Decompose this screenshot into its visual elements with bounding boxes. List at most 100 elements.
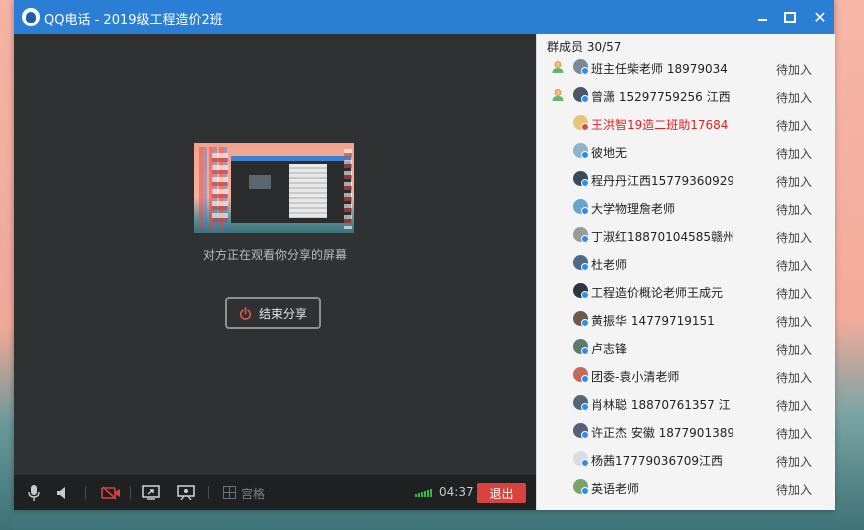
member-name: 工程造价概论老师王成元 [591,286,724,300]
member-state: 待加入 [776,343,813,357]
member-row[interactable]: 英语老师 待加入 [537,474,835,502]
member-row[interactable]: 团委-袁小清老师 待加入 [537,362,835,390]
member-row[interactable]: 程丹丹江西15779360929 待加入 [537,166,835,194]
preview-side-icons [344,149,352,229]
member-state: 待加入 [776,231,813,245]
member-avatar [573,311,589,327]
member-row[interactable]: 卢志锋 待加入 [537,334,835,362]
minimize-button[interactable] [752,7,772,27]
member-state: 待加入 [776,455,813,469]
member-list: 班主任柴老师 18979034 待加入 曾潇 15297759256 江西 待加入 王洪… [537,54,835,502]
member-row[interactable]: 丁淑红18870104585赣州 待加入 [537,222,835,250]
member-name: 卢志锋 [591,342,628,356]
share-screen-button[interactable] [141,483,161,502]
exit-call-button[interactable]: 退出 [477,483,526,503]
member-row[interactable]: 肖林聪 18870761357 江 待加入 [537,390,835,418]
member-avatar [573,227,589,243]
device-badge-icon [581,67,589,75]
member-avatar [573,171,589,187]
device-badge-icon [581,403,589,411]
member-avatar [573,199,589,215]
device-badge-icon [581,487,589,495]
member-avatar [573,283,589,299]
member-name: 曾潇 15297759256 江西 [591,90,731,104]
member-avatar [573,59,589,75]
device-badge-icon [581,95,589,103]
member-row[interactable]: 黄振华 14779719151 待加入 [537,306,835,334]
preview-window [231,156,351,223]
member-state: 待加入 [776,119,813,133]
member-row[interactable]: 杨茜17779036709江西 待加入 [537,446,835,474]
member-row[interactable]: 工程造价概论老师王成元 待加入 [537,278,835,306]
member-name: 彼地无 [591,146,628,160]
member-row[interactable]: 曾潇 15297759256 江西 待加入 [537,82,835,110]
speaker-icon [57,486,65,499]
qq-logo-icon [22,8,40,26]
device-badge-icon [581,179,589,187]
member-avatar [573,395,589,411]
member-name: 班主任柴老师 18979034 [591,62,728,76]
member-panel: 群成员 30/57 班主任柴老师 18979034 待加入 曾潇 152977592… [536,34,835,510]
member-avatar [573,479,589,495]
member-count-header: 群成员 30/57 [547,40,622,54]
close-icon: ✕ [813,7,827,27]
member-state: 待加入 [776,483,813,497]
grid-view-button[interactable] [221,483,237,502]
member-name: 王洪智19造二班助17684 [591,118,729,132]
member-avatar [573,255,589,271]
member-state: 待加入 [776,427,813,441]
device-badge-icon [581,291,589,299]
member-state: 待加入 [776,63,813,77]
member-row[interactable]: 彼地无 待加入 [537,138,835,166]
end-share-button[interactable]: 结束分享 [225,297,321,329]
device-badge-icon [581,347,589,355]
member-row[interactable]: 许正杰 安徽 1877901389 待加入 [537,418,835,446]
remote-assist-button[interactable] [176,483,196,502]
device-badge-icon [581,151,589,159]
member-state: 待加入 [776,147,813,161]
maximize-button[interactable] [780,7,800,27]
member-state: 待加入 [776,315,813,329]
microphone-icon [28,484,40,501]
member-name: 杨茜17779036709江西 [591,454,723,468]
camera-off-icon [101,485,120,500]
window-title: QQ电话 - 2019级工程造价2班 [44,13,223,28]
preview-thumbnail [249,175,271,189]
qq-call-window: QQ电话 - 2019级工程造价2班 ✕ 对方正在观看你分享的屏幕 结束分享 宫… [14,0,835,510]
desktop-background-right [834,0,864,530]
maximize-icon [784,11,796,23]
camera-off-button[interactable] [100,483,122,502]
share-status-text: 对方正在观看你分享的屏幕 [202,248,347,262]
member-name: 英语老师 [591,482,640,496]
member-row[interactable]: 王洪智19造二班助17684 待加入 [537,110,835,138]
member-avatar [573,367,589,383]
member-row[interactable]: 班主任柴老师 18979034 待加入 [537,54,835,82]
microphone-button[interactable] [26,483,42,502]
member-name: 团委-袁小清老师 [591,370,680,384]
shared-screen-preview [194,143,354,233]
member-avatar [573,451,589,467]
speaker-button[interactable] [54,483,70,502]
member-state: 待加入 [776,399,813,413]
muted-badge-icon [581,123,589,131]
grid-view-label[interactable]: 宫格 [241,485,265,502]
member-state: 待加入 [776,287,813,301]
separator [85,486,86,499]
separator [208,486,209,499]
member-state: 待加入 [776,203,813,217]
title-bar[interactable]: QQ电话 - 2019级工程造价2班 ✕ [14,0,834,34]
member-name: 丁淑红18870104585赣州 [591,230,733,244]
member-avatar [573,143,589,159]
desktop-background-left [0,0,14,530]
member-name: 杜老师 [591,258,628,272]
member-row[interactable]: 杜老师 待加入 [537,250,835,278]
member-row[interactable]: 大学物理詹老师 待加入 [537,194,835,222]
device-badge-icon [581,207,589,215]
member-name: 程丹丹江西15779360929 [591,174,733,188]
member-name: 大学物理詹老师 [591,202,676,216]
close-button[interactable]: ✕ [810,7,830,27]
member-avatar [573,115,589,131]
minimize-icon [757,19,767,21]
grid-icon [222,486,236,499]
member-avatar [573,87,589,103]
